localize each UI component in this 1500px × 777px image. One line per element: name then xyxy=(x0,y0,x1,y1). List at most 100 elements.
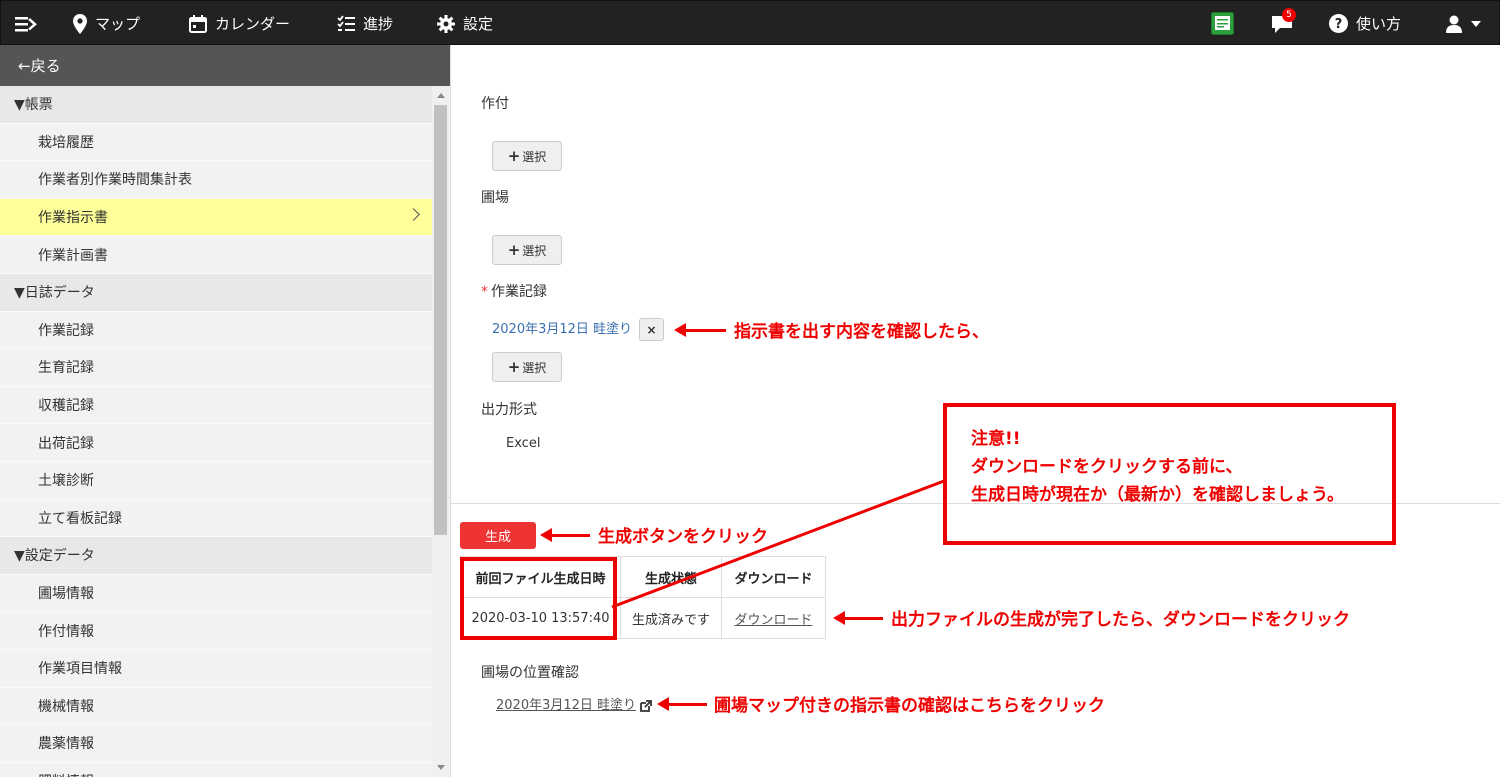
notification-badge: 5 xyxy=(1282,8,1296,22)
sidebar-section-header[interactable]: ▼帳票 xyxy=(0,86,432,124)
sidebar-item[interactable]: 農薬情報 xyxy=(0,725,432,763)
chevron-right-icon xyxy=(407,207,420,221)
crop-select-button[interactable]: + 選択 xyxy=(492,141,562,171)
scroll-up-arrow-icon[interactable] xyxy=(437,93,445,98)
sidebar-item-label: 栽培履歴 xyxy=(38,134,94,151)
sidebar-section-header[interactable]: ▼日誌データ xyxy=(0,273,432,312)
crop-label: 作付 xyxy=(481,96,509,112)
help-circle-icon: ? xyxy=(1329,14,1348,33)
sidebar-scroll-thumb[interactable] xyxy=(434,105,447,535)
work-record-label: * 作業記録 xyxy=(481,281,547,301)
location-link-wrap: 2020年3月12日 畦塗り xyxy=(496,694,652,713)
nav-calendar-label: カレンダー xyxy=(215,15,291,33)
sidebar-item[interactable]: 生育記録 xyxy=(0,349,432,387)
arrow-left-icon xyxy=(540,528,590,542)
sidebar-item[interactable]: 土壌診断 xyxy=(0,461,432,500)
sidebar-item[interactable]: 作付情報 xyxy=(0,612,432,650)
user-menu-button[interactable] xyxy=(1445,1,1481,46)
selected-work-record-link[interactable]: 2020年3月12日 畦塗り xyxy=(492,318,632,337)
sidebar-item[interactable]: 作業計画書 xyxy=(0,236,432,274)
gear-icon xyxy=(437,14,455,33)
sidebar-item-label: 作業項目情報 xyxy=(38,661,122,678)
caret-down-icon xyxy=(1471,20,1481,27)
arrow-left-icon xyxy=(657,697,707,711)
generate-button-label: 生成 xyxy=(484,530,511,545)
sidebar-item-label: 作業指示書 xyxy=(38,210,108,227)
location-map-link[interactable]: 2020年3月12日 畦塗り xyxy=(496,698,636,713)
crop-select-label: 選択 xyxy=(522,149,547,164)
sidebar-item-label: 作付情報 xyxy=(38,623,94,640)
sidebar-item[interactable]: 圃場情報 xyxy=(0,574,432,613)
sidebar-item[interactable]: 立て看板記録 xyxy=(0,499,432,538)
sidebar-item-label: 作業計画書 xyxy=(38,247,108,264)
sidebar-item-label: 農薬情報 xyxy=(38,736,94,753)
work-record-label-text: 作業記録 xyxy=(491,284,547,300)
header-download: ダウンロード xyxy=(721,556,826,598)
scroll-down-arrow-icon[interactable] xyxy=(437,765,445,770)
download-link[interactable]: ダウンロード xyxy=(734,613,812,628)
nav-progress-label: 進捗 xyxy=(363,15,394,33)
work-record-select-label: 選択 xyxy=(522,360,547,375)
sidebar-item-label: ▼日誌データ xyxy=(14,285,95,302)
caution-note: 注意!! ダウンロードをクリックする前に、 生成日時が現在か（最新か）を確認しま… xyxy=(971,425,1344,509)
field-select-label: 選択 xyxy=(522,243,547,258)
help-button[interactable]: ? 使い方 xyxy=(1329,1,1401,46)
remove-record-button[interactable]: × xyxy=(639,318,664,341)
sidebar-item[interactable]: 作業項目情報 xyxy=(0,649,432,688)
user-icon xyxy=(1446,15,1462,33)
nav-settings[interactable]: 設定 xyxy=(437,1,493,46)
header-status: 生成状態 xyxy=(620,556,722,598)
menu-arrow-icon xyxy=(15,16,37,31)
report-button[interactable] xyxy=(1211,1,1234,46)
generate-button[interactable]: 生成 xyxy=(460,522,536,549)
sidebar-section-header[interactable]: ▼設定データ xyxy=(0,537,432,575)
sidebar-item-label: 収穫記録 xyxy=(38,398,94,415)
top-nav-bar: マップ カレンダー 進捗 設定 5 ? 使い方 xyxy=(0,0,1500,45)
work-record-select-button[interactable]: + 選択 xyxy=(492,352,562,382)
sidebar-item[interactable]: 作業者別作業時間集計表 xyxy=(0,161,432,199)
sidebar-item-label: 圃場情報 xyxy=(38,586,94,603)
sidebar-item-label: 土壌診断 xyxy=(38,473,94,490)
external-link-icon[interactable] xyxy=(640,699,652,712)
close-icon: × xyxy=(646,322,657,337)
field-select-button[interactable]: + 選択 xyxy=(492,235,562,265)
nav-map-label: マップ xyxy=(95,15,141,33)
sidebar-menu: ▼帳票栽培履歴作業者別作業時間集計表 作業指示書作業計画書 ▼日誌データ作業記録生育… xyxy=(0,86,432,777)
nav-progress[interactable]: 進捗 xyxy=(337,1,393,46)
sidebar-item-label: 作業者別作業時間集計表 xyxy=(38,172,192,189)
note-line-2: 生成日時が現在か（最新か）を確認しましょう。 xyxy=(971,485,1344,505)
nav-map[interactable]: マップ xyxy=(73,1,140,46)
sidebar-item-label: ▼帳票 xyxy=(14,97,53,114)
sidebar-item[interactable]: 肥料情報 xyxy=(0,762,432,777)
checklist-icon xyxy=(337,14,355,31)
download-cell: ダウンロード xyxy=(721,597,826,639)
note-line-1: ダウンロードをクリックする前に、 xyxy=(971,457,1243,477)
nav-calendar[interactable]: カレンダー xyxy=(189,1,290,46)
sidebar-item[interactable]: 出荷記録 xyxy=(0,424,432,462)
report-book-icon xyxy=(1211,12,1234,35)
annotation-click-download: 出力ファイルの生成が完了したら、ダウンロードをクリック xyxy=(891,610,1350,630)
nav-settings-label: 設定 xyxy=(463,15,494,33)
sidebar-item-label: 出荷記録 xyxy=(38,435,94,452)
output-format-label: 出力形式 xyxy=(481,402,537,418)
sidebar-item[interactable]: 作業指示書 xyxy=(0,198,432,237)
highlight-datetime-box xyxy=(460,557,617,640)
back-label: ←戻る xyxy=(18,57,61,75)
sidebar-item[interactable]: 機械情報 xyxy=(0,687,432,726)
generation-status: 生成済みです xyxy=(620,597,722,639)
sidebar-item-label: 作業記録 xyxy=(38,322,94,339)
arrow-left-icon xyxy=(833,611,883,625)
plus-icon: + xyxy=(507,357,521,376)
back-button[interactable]: ←戻る xyxy=(0,45,450,86)
sidebar-item[interactable]: 作業記録 xyxy=(0,311,432,350)
sidebar-item[interactable]: 栽培履歴 xyxy=(0,123,432,162)
menu-toggle-button[interactable] xyxy=(15,1,37,46)
sidebar-item-label: 生育記録 xyxy=(38,360,94,377)
output-format-value: Excel xyxy=(506,436,541,451)
required-mark: * xyxy=(481,284,488,300)
plus-icon: + xyxy=(507,240,521,259)
sidebar-item-label: 機械情報 xyxy=(38,698,94,715)
sidebar-item[interactable]: 収穫記録 xyxy=(0,386,432,425)
sidebar-item-label: ▼設定データ xyxy=(14,548,95,565)
plus-icon: + xyxy=(507,146,521,165)
